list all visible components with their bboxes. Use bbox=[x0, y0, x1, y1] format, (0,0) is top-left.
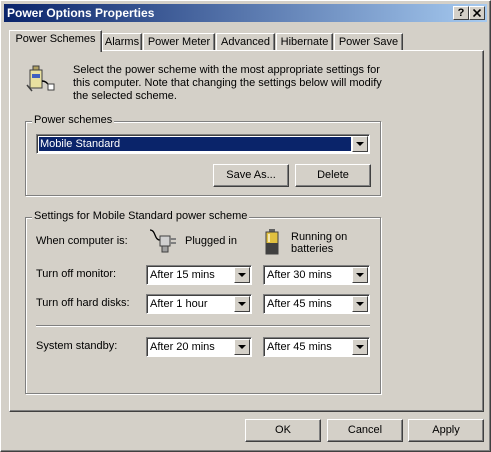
tab-label: Advanced bbox=[221, 36, 270, 48]
cancel-button[interactable]: Cancel bbox=[327, 419, 403, 442]
delete-button[interactable]: Delete bbox=[295, 164, 371, 187]
title-bar[interactable]: Power Options Properties ? bbox=[4, 4, 487, 22]
chevron-down-icon[interactable] bbox=[352, 296, 368, 312]
battery-icon bbox=[265, 229, 279, 255]
standby-plugged-value: After 20 mins bbox=[150, 341, 215, 353]
running-on-batteries-label: Running on batteries bbox=[291, 231, 348, 255]
tab-advanced[interactable]: Advanced bbox=[216, 33, 275, 51]
power-schemes-panel: Select the power scheme with the most ap… bbox=[9, 50, 484, 412]
tab-label: Power Schemes bbox=[15, 33, 96, 45]
chevron-down-icon[interactable] bbox=[352, 267, 368, 283]
tab-label: Hibernate bbox=[280, 36, 329, 48]
monitor-battery-value: After 30 mins bbox=[267, 269, 332, 281]
intro-text: Select the power scheme with the most ap… bbox=[73, 64, 382, 102]
system-standby-label: System standby: bbox=[36, 340, 118, 352]
power-options-window: Power Options Properties ? Power Schemes… bbox=[0, 0, 491, 452]
delete-label: Delete bbox=[317, 169, 349, 181]
power-scheme-value: Mobile Standard bbox=[39, 137, 351, 151]
close-button[interactable] bbox=[469, 6, 485, 20]
monitor-plugged-value: After 15 mins bbox=[150, 269, 215, 281]
tab-power-save[interactable]: Power Save bbox=[334, 33, 403, 51]
standby-battery-select[interactable]: After 45 mins bbox=[263, 337, 370, 357]
tab-label: Alarms bbox=[104, 36, 140, 48]
help-button[interactable]: ? bbox=[453, 6, 469, 20]
plug-icon bbox=[149, 229, 176, 253]
save-as-label: Save As... bbox=[226, 169, 276, 181]
power-schemes-group: Power schemes Mobile Standard Save As...… bbox=[25, 114, 381, 196]
turn-off-hard-disks-label: Turn off hard disks: bbox=[36, 297, 130, 309]
settings-group: Settings for Mobile Standard power schem… bbox=[25, 210, 381, 394]
chevron-down-icon[interactable] bbox=[352, 339, 368, 355]
hard-disks-plugged-value: After 1 hour bbox=[150, 298, 208, 310]
standby-plugged-select[interactable]: After 20 mins bbox=[146, 337, 252, 357]
power-schemes-group-title: Power schemes bbox=[32, 114, 115, 126]
chevron-down-icon[interactable] bbox=[352, 136, 368, 152]
chevron-down-icon[interactable] bbox=[234, 296, 250, 312]
standby-battery-value: After 45 mins bbox=[267, 341, 332, 353]
apply-button[interactable]: Apply bbox=[408, 419, 484, 442]
power-scheme-select[interactable]: Mobile Standard bbox=[36, 134, 370, 154]
ok-button[interactable]: OK bbox=[245, 419, 321, 442]
hard-disks-battery-value: After 45 mins bbox=[267, 298, 332, 310]
monitor-plugged-select[interactable]: After 15 mins bbox=[146, 265, 252, 285]
chevron-down-icon[interactable] bbox=[234, 267, 250, 283]
hard-disks-plugged-select[interactable]: After 1 hour bbox=[146, 294, 252, 314]
tab-power-schemes[interactable]: Power Schemes bbox=[9, 30, 102, 52]
chevron-down-icon[interactable] bbox=[234, 339, 250, 355]
tab-alarms[interactable]: Alarms bbox=[102, 33, 142, 51]
ok-label: OK bbox=[275, 424, 291, 436]
plugged-in-label: Plugged in bbox=[185, 235, 237, 247]
power-scheme-icon bbox=[26, 65, 55, 92]
settings-group-title: Settings for Mobile Standard power schem… bbox=[32, 210, 250, 222]
window-title: Power Options Properties bbox=[7, 6, 155, 20]
when-computer-is-label: When computer is: bbox=[36, 235, 128, 247]
hard-disks-battery-select[interactable]: After 45 mins bbox=[263, 294, 370, 314]
tab-label: Power Save bbox=[338, 36, 399, 48]
close-icon bbox=[472, 8, 482, 18]
tab-power-meter[interactable]: Power Meter bbox=[143, 33, 215, 51]
cancel-label: Cancel bbox=[347, 424, 383, 436]
settings-divider bbox=[36, 325, 370, 327]
turn-off-monitor-label: Turn off monitor: bbox=[36, 268, 117, 280]
apply-label: Apply bbox=[432, 424, 460, 436]
tab-hibernate[interactable]: Hibernate bbox=[276, 33, 333, 51]
monitor-battery-select[interactable]: After 30 mins bbox=[263, 265, 370, 285]
save-as-button[interactable]: Save As... bbox=[213, 164, 289, 187]
tab-label: Power Meter bbox=[147, 36, 211, 48]
